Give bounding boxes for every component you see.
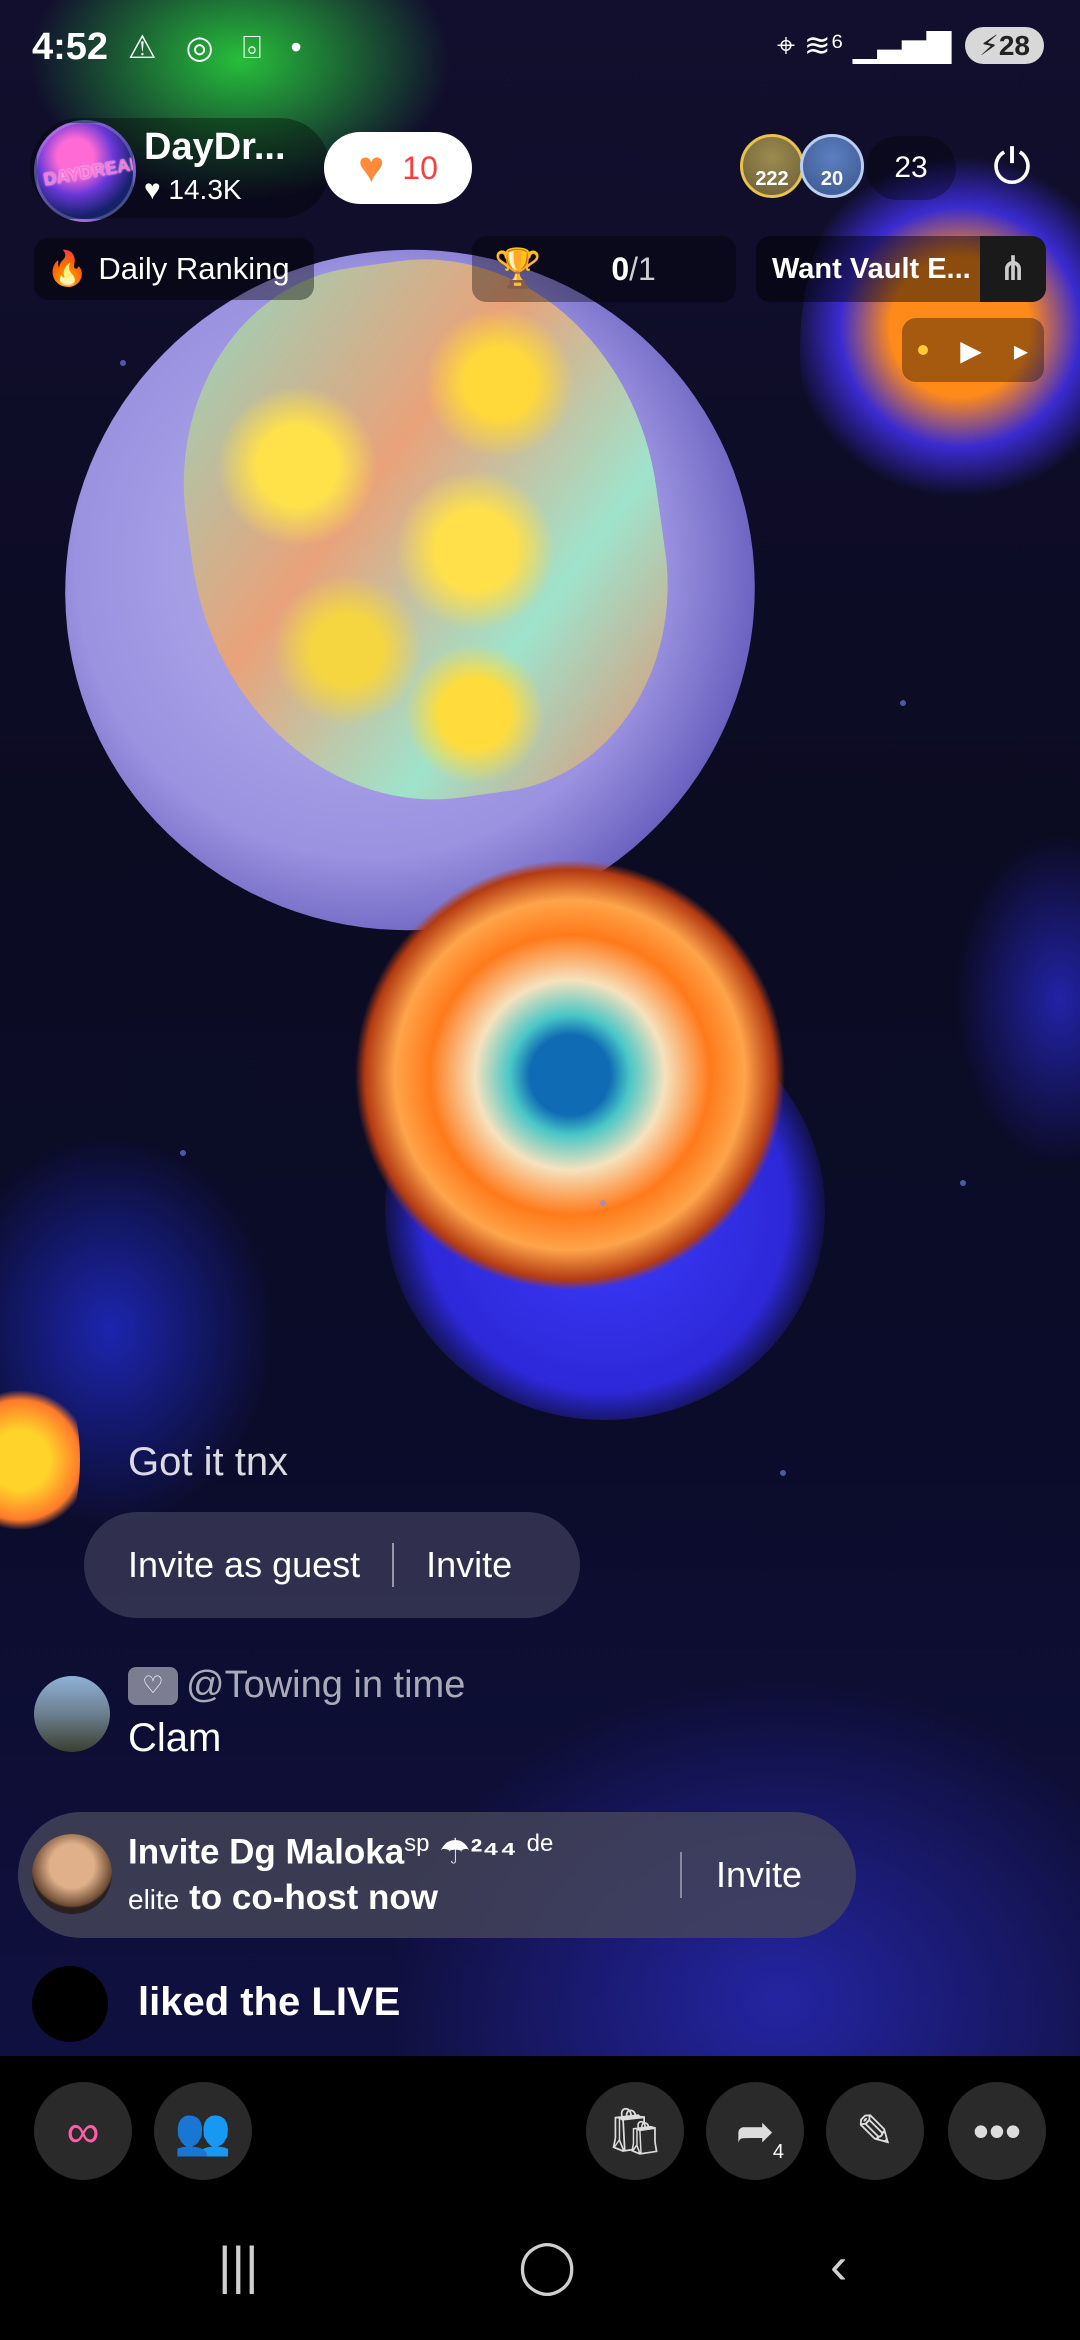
cohost-invite-button[interactable]: Invite	[716, 1854, 802, 1896]
video-icon: ▶	[960, 334, 982, 366]
status-bar: 4:52 ⚠ ◎ ⌻ • ⌖ ≋⁶ ▁▃▅▇ ⚡28	[0, 0, 1080, 100]
share-icon[interactable]: ➦ 4	[706, 2082, 804, 2180]
link-icon[interactable]: ∞	[34, 2082, 132, 2180]
viewer-count[interactable]: 23	[866, 136, 956, 200]
cohost-line2: elite to co-host now	[128, 1878, 438, 1918]
cohost-emoji: ☂²⁴⁴	[429, 1832, 517, 1872]
host-name[interactable]: DayDr...	[144, 126, 286, 169]
particle	[600, 1200, 606, 1206]
particle	[960, 1180, 966, 1186]
home-button[interactable]: ◯	[518, 2236, 576, 2296]
bag-icon[interactable]: 🛍	[586, 2082, 684, 2180]
comment-text: Clam	[128, 1716, 222, 1760]
viewer-badge: 222	[755, 168, 789, 190]
signal-icons: ⌖ ≋⁶ ▁▃▅▇	[776, 27, 952, 63]
more-icon[interactable]: •••	[948, 2082, 1046, 2180]
invite-guest-pill: Invite as guest Invite	[84, 1512, 580, 1618]
trophy-icon: 🏆	[494, 248, 542, 290]
follow-count: 10	[402, 149, 438, 186]
cohost-sup: sp	[404, 1830, 430, 1857]
cohost-avatar[interactable]	[32, 1834, 112, 1914]
promo-thumbnail: ⋔	[980, 236, 1046, 302]
palythoa-coral	[355, 860, 785, 1290]
invite-as-guest-button[interactable]: Invite as guest	[84, 1544, 360, 1586]
clock: 4:52	[32, 26, 109, 68]
cohost-name: Invite Dg Maloka	[128, 1832, 405, 1872]
cohost-message: to co-host now	[179, 1878, 438, 1917]
cohost-sup: de	[526, 1830, 554, 1857]
power-icon[interactable]: ⏻	[980, 136, 1044, 200]
divider	[680, 1852, 682, 1898]
top-viewer-avatar[interactable]: 20	[800, 134, 864, 198]
notification-icons: ⚠ ◎ ⌻ •	[128, 29, 312, 65]
magic-wand-icon[interactable]: ✎	[826, 2082, 924, 2180]
like-event-text: liked the LIVE	[138, 1980, 401, 2024]
host-likes: ♥ 14.3K	[144, 174, 242, 205]
commenter[interactable]: ♡ @Towing in time	[128, 1664, 465, 1707]
daily-ranking-chip[interactable]: 🔥 Daily Ranking	[34, 238, 314, 300]
particle	[900, 700, 906, 706]
people-icon[interactable]: 👥	[154, 2082, 252, 2180]
back-button[interactable]: ‹	[830, 2236, 847, 2296]
promo-label: Want Vault E...	[772, 252, 971, 285]
coral-left	[0, 1340, 80, 1580]
heart-badge-icon: ♡	[128, 1666, 178, 1705]
commenter-avatar[interactable]	[34, 1676, 110, 1752]
commenter-name: @Towing in time	[186, 1664, 466, 1706]
particle	[780, 1470, 786, 1476]
invite-button[interactable]: Invite	[426, 1544, 512, 1586]
system-icons: ⌖ ≋⁶ ▁▃▅▇ ⚡28	[777, 26, 1044, 65]
goal-total: /1	[629, 250, 656, 287]
liker-avatar[interactable]	[32, 1966, 108, 2042]
particle	[120, 360, 126, 366]
divider	[392, 1543, 395, 1587]
top-viewer-avatar[interactable]: 222	[740, 134, 804, 198]
heart-icon: ♥	[358, 143, 385, 192]
comment-text: Got it tnx	[128, 1440, 289, 1484]
avatar-logo-text: DAYDREAM	[41, 152, 136, 190]
cohost-line1: Invite Dg Malokasp ☂²⁴⁴ de	[128, 1830, 553, 1873]
play-arrow-icon: ▸	[1013, 334, 1028, 366]
recents-button[interactable]: |||	[218, 2236, 259, 2296]
battery-indicator: ⚡28	[965, 27, 1044, 64]
cohost-sub: elite	[128, 1884, 180, 1915]
flame-icon: 🔥	[46, 250, 89, 288]
live-dot-icon	[918, 345, 929, 355]
host-avatar[interactable]: DAYDREAM	[34, 120, 136, 222]
daily-ranking-label: Daily Ranking	[98, 251, 290, 286]
share-count: 4	[772, 2141, 784, 2163]
promo-chip[interactable]: Want Vault E... ⋔	[756, 236, 1046, 302]
gift-goal-chip[interactable]: 🏆 0 /1	[472, 236, 736, 302]
goal-current: 0	[611, 250, 630, 287]
particle	[180, 1150, 186, 1156]
viewer-badge: 20	[820, 168, 844, 190]
mini-player[interactable]: ▶ ▸	[902, 318, 1044, 382]
follow-button[interactable]: ♥ 10	[324, 132, 472, 204]
